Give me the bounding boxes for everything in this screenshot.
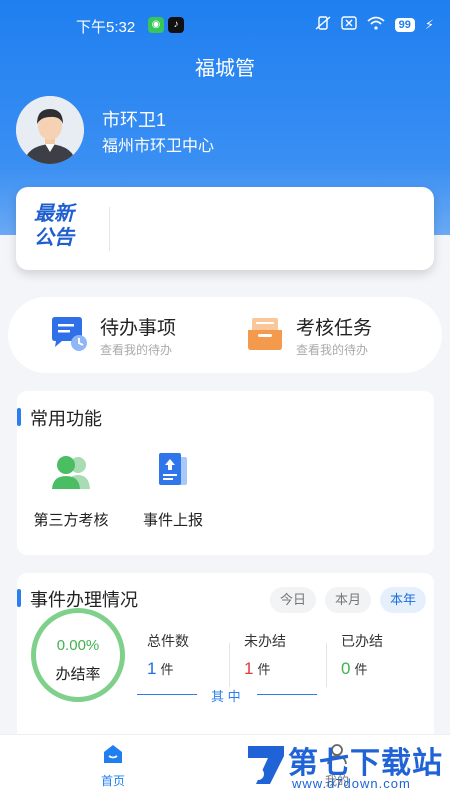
stat-total-value: 1	[147, 659, 157, 678]
section-title-bar	[17, 408, 21, 426]
latest-notice-badge: 最新 公告	[34, 202, 74, 250]
stat-finished: 已办结 0件	[341, 631, 383, 679]
third-party-assessment-label: 第三方考核	[33, 512, 109, 529]
stat-unit: 件	[257, 662, 271, 677]
assessment-tasks-button[interactable]: 考核任务 查看我的待办	[246, 311, 416, 361]
third-party-assessment-button[interactable]: 第三方考核	[26, 451, 116, 530]
event-report-button[interactable]: 事件上报	[128, 451, 218, 530]
status-indicators: 99 ⚡	[315, 16, 434, 33]
completion-rate-value: 0.00%	[56, 637, 100, 654]
stat-total: 总件数 1件	[147, 631, 189, 679]
chat-clock-icon	[50, 316, 88, 351]
status-time: 下午5:32	[76, 19, 136, 36]
no-sim-icon	[340, 16, 357, 33]
tab-home[interactable]: 首页	[78, 743, 148, 789]
stat-unit: 件	[160, 662, 174, 677]
people-icon	[51, 451, 91, 491]
todo-items-subtitle: 查看我的待办	[100, 343, 173, 357]
event-stats-card: 事件办理情况 今日 本月 本年 0.00% 办结率 总件数 1件 未办结 1件 …	[17, 573, 434, 734]
stat-divider	[229, 643, 230, 687]
charging-icon: ⚡	[424, 16, 434, 32]
tiktok-notification-icon: ♪	[168, 17, 184, 33]
wechat-notification-icon: ◉	[148, 17, 164, 33]
user-name: 市环卫1	[102, 110, 167, 130]
todo-items-button[interactable]: 待办事项 查看我的待办	[50, 311, 220, 361]
filter-this-year[interactable]: 本年	[380, 587, 427, 613]
among-separator: 其 中	[137, 686, 317, 704]
filter-this-month[interactable]: 本月	[325, 587, 372, 613]
quick-actions-card: 待办事项 查看我的待办 考核任务 查看我的待办	[8, 297, 442, 373]
completion-rate-ring: 0.00% 办结率	[31, 608, 125, 702]
stat-finished-label: 已办结	[341, 633, 383, 649]
notice-badge-line2: 公告	[34, 227, 74, 249]
section-title-bar	[17, 589, 21, 607]
stat-unfinished: 未办结 1件	[244, 631, 286, 679]
stat-total-label: 总件数	[147, 633, 189, 649]
home-icon	[104, 745, 122, 763]
stat-unfinished-label: 未办结	[244, 633, 286, 649]
report-upload-icon	[153, 451, 193, 491]
battery-indicator: 99	[394, 17, 415, 32]
notice-card[interactable]: 最新 公告	[16, 187, 434, 270]
watermark-logo-icon	[248, 746, 284, 784]
tab-home-label: 首页	[100, 774, 125, 788]
stat-unfinished-value: 1	[244, 659, 254, 678]
wifi-icon	[367, 16, 385, 33]
notice-divider	[109, 207, 110, 251]
filter-today[interactable]: 今日	[270, 587, 317, 613]
inbox-tray-icon	[246, 316, 284, 350]
among-line-left	[137, 694, 197, 695]
app-title: 福城管	[195, 58, 255, 80]
stat-unit: 件	[354, 662, 368, 677]
stat-divider	[326, 643, 327, 687]
completion-rate-label: 办结率	[55, 666, 101, 683]
status-bar: 下午5:32 ◉ ♪ 99 ⚡	[0, 14, 450, 38]
assessment-tasks-subtitle: 查看我的待办	[296, 343, 369, 357]
todo-items-title: 待办事项	[100, 318, 177, 339]
avatar[interactable]	[16, 96, 84, 164]
vibrate-off-icon	[315, 16, 331, 33]
watermark: 第七下载站 www.d7down.com	[244, 738, 444, 794]
event-report-label: 事件上报	[142, 512, 203, 529]
common-functions-card: 常用功能 第三方考核 事件上报	[17, 391, 434, 555]
among-line-right	[257, 694, 317, 695]
among-label: 其 中	[211, 689, 241, 704]
assessment-tasks-title: 考核任务	[296, 318, 373, 339]
watermark-url: www.d7down.com	[292, 776, 411, 791]
user-organization: 福州市环卫中心	[102, 138, 215, 155]
stat-finished-value: 0	[341, 659, 351, 678]
notice-badge-line1: 最新	[34, 203, 74, 225]
common-functions-title: 常用功能	[30, 409, 102, 429]
